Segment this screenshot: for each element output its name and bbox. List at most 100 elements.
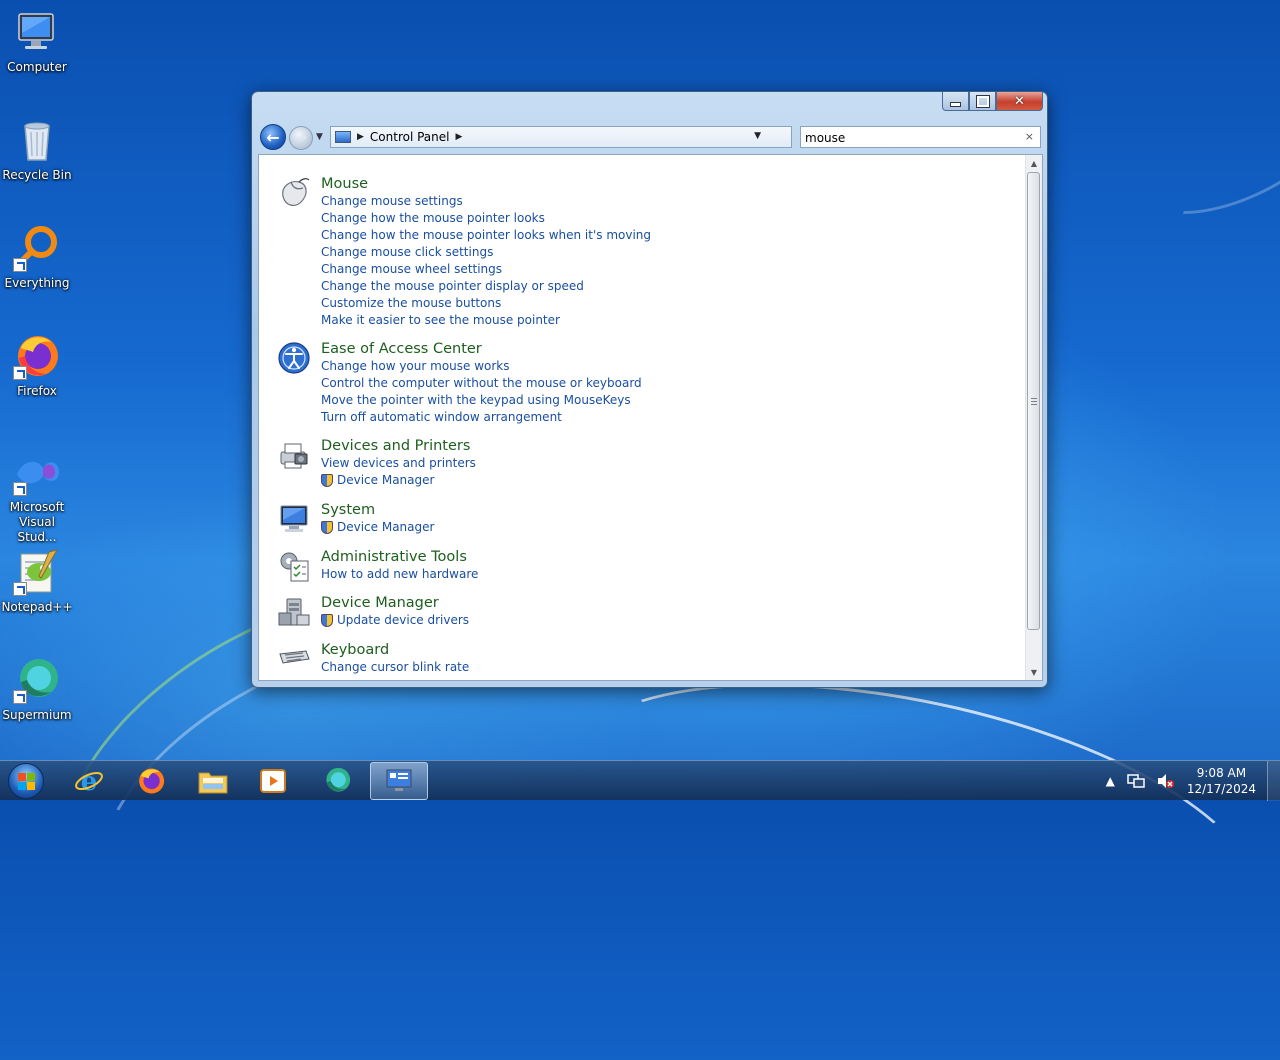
folder-icon	[198, 772, 228, 794]
search-box[interactable]: ×	[800, 126, 1041, 148]
result-title[interactable]: Mouse	[321, 176, 368, 192]
device-manager-icon	[277, 595, 311, 629]
desktop-icon-label: Computer	[7, 60, 67, 74]
result-link[interactable]: Change how the mouse pointer looks when …	[321, 228, 651, 242]
taskbar-file-explorer[interactable]	[184, 762, 242, 800]
result-link-text[interactable]: Device Manager	[337, 473, 434, 487]
result-link[interactable]: View devices and printers	[321, 456, 476, 470]
network-status-button[interactable]	[1127, 773, 1145, 789]
address-dropdown-icon[interactable]: ▼	[754, 131, 761, 141]
result-link-admin[interactable]: Device Manager	[321, 520, 434, 534]
result-link[interactable]: Change the mouse pointer display or spee…	[321, 279, 584, 293]
search-results-pane[interactable]: ▲ ▼ Mouse Change mouse settings Change h…	[258, 154, 1043, 681]
desktop-icon-recycle-bin[interactable]: Recycle Bin	[0, 116, 74, 183]
result-link[interactable]: How to add new hardware	[321, 567, 478, 581]
shortcut-arrow-icon	[13, 690, 27, 704]
scrollbar-thumb[interactable]	[1027, 172, 1040, 630]
visual-studio-icon	[13, 448, 61, 496]
taskbar-internet-explorer[interactable]: e	[60, 762, 118, 800]
forward-arrow-icon: →	[295, 130, 307, 146]
result-title[interactable]: Ease of Access Center	[321, 341, 482, 357]
breadcrumb-chevron-icon[interactable]: ▶	[456, 132, 463, 142]
navigation-bar: ← → ▼ ▶ Control Panel ▶ ▼ ⇆ ×	[260, 124, 1041, 150]
show-desktop-button[interactable]	[1267, 761, 1280, 801]
computer-icon	[13, 8, 61, 56]
desktop-icon-firefox[interactable]: Firefox	[0, 332, 74, 399]
result-link[interactable]: Customize the mouse buttons	[321, 296, 501, 310]
breadcrumb-control-panel[interactable]: Control Panel	[370, 130, 450, 144]
printer-icon	[277, 438, 311, 472]
result-link[interactable]: Make it easier to see the mouse pointer	[321, 313, 560, 327]
desktop-icon-computer[interactable]: Computer	[0, 8, 74, 75]
windows-logo-icon	[8, 763, 44, 799]
vertical-scrollbar[interactable]: ▲ ▼	[1025, 155, 1042, 680]
result-link-admin[interactable]: Update device drivers	[321, 613, 469, 627]
result-link[interactable]: Change how your mouse works	[321, 359, 510, 373]
result-link[interactable]: Move the pointer with the keypad using M…	[321, 393, 631, 407]
maximize-button[interactable]	[969, 92, 996, 111]
speaker-muted-icon	[1157, 774, 1174, 788]
recycle-bin-icon	[13, 116, 61, 164]
start-button[interactable]	[4, 761, 48, 801]
shortcut-arrow-icon	[13, 366, 27, 380]
desktop-icon-label: Notepad++	[1, 600, 73, 614]
shortcut-arrow-icon	[13, 258, 27, 272]
shortcut-arrow-icon	[13, 582, 27, 596]
supermium-icon	[326, 767, 351, 792]
firefox-icon	[139, 768, 165, 794]
desktop-icon-supermium[interactable]: Supermium	[0, 656, 74, 723]
taskbar-supermium[interactable]	[308, 762, 366, 800]
breadcrumb-chevron-icon[interactable]: ▶	[357, 132, 364, 142]
result-link[interactable]: Change mouse wheel settings	[321, 262, 502, 276]
close-icon: ✕	[1014, 93, 1025, 109]
media-player-icon	[260, 769, 286, 793]
uac-shield-icon	[321, 614, 333, 627]
mouse-icon	[277, 176, 311, 210]
shortcut-arrow-icon	[13, 482, 27, 496]
show-hidden-icons-button[interactable]: ▲	[1106, 774, 1115, 788]
clock-date: 12/17/2024	[1186, 782, 1256, 796]
control-panel-window[interactable]: ✕ ← → ▼ ▶ Control Panel ▶ ▼ ⇆ × ▲ ▼	[251, 91, 1048, 688]
volume-button[interactable]	[1157, 773, 1175, 789]
scroll-up-arrow-icon[interactable]: ▲	[1026, 155, 1042, 171]
recent-pages-dropdown[interactable]: ▼	[316, 132, 323, 142]
result-link[interactable]: Change cursor blink rate	[321, 660, 469, 674]
taskbar-media-player[interactable]	[244, 762, 302, 800]
result-link[interactable]: Turn off automatic window arrangement	[321, 410, 562, 424]
result-link[interactable]: Change mouse click settings	[321, 245, 493, 259]
scroll-down-arrow-icon[interactable]: ▼	[1026, 664, 1042, 680]
result-link-admin[interactable]: Device Manager	[321, 473, 434, 487]
result-title[interactable]: Devices and Printers	[321, 438, 470, 454]
taskbar-firefox[interactable]	[122, 762, 180, 800]
desktop-icon-notepad-plus-plus[interactable]: Notepad++	[0, 548, 74, 615]
result-link[interactable]: Control the computer without the mouse o…	[321, 376, 642, 390]
desktop-icon-visual-studio[interactable]: Microsoft Visual Stud...	[0, 448, 74, 545]
back-button[interactable]: ←	[260, 124, 286, 150]
result-link-text[interactable]: Update device drivers	[337, 613, 469, 627]
result-link[interactable]: Change how the mouse pointer looks	[321, 211, 545, 225]
admin-tools-icon	[277, 549, 311, 583]
minimize-button[interactable]	[942, 92, 969, 111]
desktop-icon-label: Recycle Bin	[2, 168, 72, 182]
desktop-icon-everything[interactable]: Everything	[0, 224, 74, 291]
address-bar[interactable]: ▶ Control Panel ▶ ▼ ⇆	[330, 126, 858, 148]
taskbar-control-panel[interactable]	[370, 762, 428, 800]
network-icon	[1127, 774, 1145, 788]
forward-button[interactable]: →	[289, 126, 313, 150]
result-link[interactable]: Change mouse settings	[321, 194, 463, 208]
caption-buttons: ✕	[942, 92, 1043, 111]
keyboard-icon	[277, 642, 311, 676]
clear-search-icon[interactable]: ×	[1025, 130, 1034, 143]
taskbar: e ▲ 9:08 AM 12/17/2024	[0, 760, 1280, 801]
result-title[interactable]: Administrative Tools	[321, 549, 467, 565]
uac-shield-icon	[321, 521, 333, 534]
internet-explorer-icon: e	[75, 767, 103, 796]
clock[interactable]: 9:08 AM 12/17/2024	[1187, 765, 1256, 797]
close-button[interactable]: ✕	[996, 92, 1043, 111]
svg-text:e: e	[81, 767, 98, 796]
search-input[interactable]	[805, 129, 1015, 147]
result-link-text[interactable]: Device Manager	[337, 520, 434, 534]
result-title[interactable]: Device Manager	[321, 595, 439, 611]
result-title[interactable]: Keyboard	[321, 642, 389, 658]
result-title[interactable]: System	[321, 502, 375, 518]
